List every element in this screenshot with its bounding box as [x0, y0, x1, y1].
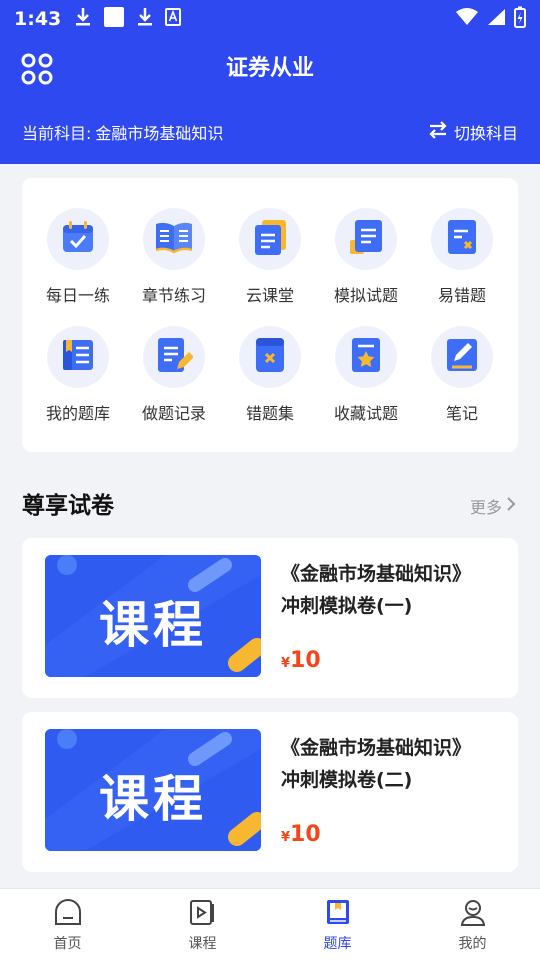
grid-label: 云课堂	[245, 286, 294, 305]
favorite-questions-icon	[349, 336, 383, 378]
battery-charging-icon	[514, 6, 526, 32]
price-value: 10	[290, 822, 321, 847]
current-subject-row: 当前科目: 金融市场基础知识 切换科目	[22, 118, 518, 146]
grid-item-chapter-practice[interactable]: 章节练习	[126, 208, 222, 318]
grid-label: 我的题库	[45, 404, 110, 423]
grid-label: 每日一练	[45, 286, 110, 305]
price-currency: ¥	[281, 656, 291, 671]
tab-home[interactable]: 首页	[0, 889, 135, 960]
tab-course[interactable]: 课程	[135, 889, 270, 960]
practice-record-icon	[155, 336, 194, 378]
swap-arrows-icon	[428, 121, 448, 143]
thumbnail-text: 课程	[99, 596, 207, 654]
status-bar: 1:43	[0, 0, 540, 38]
page-title: 证券从业	[225, 56, 314, 81]
subject-label: 当前科目:	[22, 124, 92, 143]
exam-price: ¥10	[281, 822, 321, 847]
price-currency: ¥	[281, 830, 291, 845]
tab-label: 题库	[323, 936, 352, 952]
grid-label: 章节练习	[141, 286, 206, 305]
grid-item-practice-record[interactable]: 做题记录	[126, 326, 222, 436]
grid-label: 做题记录	[141, 404, 206, 423]
grid-label: 收藏试题	[333, 404, 398, 423]
grid-item-error-prone[interactable]: 易错题	[414, 208, 510, 318]
tab-question-bank[interactable]: 题库	[270, 889, 405, 960]
cloud-class-icon	[252, 218, 288, 260]
grid-label: 模拟试题	[333, 286, 398, 305]
notes-icon	[444, 337, 480, 377]
switch-subject-button[interactable]: 切换科目	[428, 120, 518, 144]
exam-title-line1: 《金融市场基础知识》	[281, 563, 472, 585]
price-value: 10	[290, 648, 321, 673]
chevron-right-icon	[506, 496, 516, 516]
exam-title-line1: 《金融市场基础知识》	[281, 737, 472, 759]
tab-profile[interactable]: 我的	[405, 889, 540, 960]
exam-price: ¥10	[281, 648, 321, 673]
grid-item-cloud-class[interactable]: 云课堂	[222, 208, 318, 318]
tab-label: 首页	[53, 936, 82, 952]
download-icon	[75, 7, 91, 31]
wrong-questions-icon	[253, 336, 287, 378]
exam-title: 《金融市场基础知识》 冲刺模拟卷(一)	[281, 558, 501, 622]
grid-item-my-question-bank[interactable]: 我的题库	[30, 326, 126, 436]
subject-value: 金融市场基础知识	[95, 124, 224, 143]
exam-thumbnail: 课程	[45, 729, 261, 851]
grid-item-favorite-questions[interactable]: 收藏试题	[318, 326, 414, 436]
square-icon	[103, 6, 125, 32]
exam-thumbnail: 课程	[45, 555, 261, 677]
home-icon	[54, 898, 82, 930]
question-bank-icon	[60, 337, 96, 377]
download-icon	[137, 7, 153, 31]
exam-title-line2: 冲刺模拟卷(一)	[281, 595, 413, 617]
error-prone-icon	[445, 218, 479, 260]
grid-item-notes[interactable]: 笔记	[414, 326, 510, 436]
exam-title-line2: 冲刺模拟卷(二)	[281, 769, 413, 791]
grid-label: 笔记	[445, 404, 478, 423]
grid-item-daily-practice[interactable]: 每日一练	[30, 208, 126, 318]
question-bank-tab-icon	[324, 898, 352, 930]
grid-item-mock-exam[interactable]: 模拟试题	[318, 208, 414, 318]
function-grid: 每日一练 章节练习 云课堂 模拟试题 易错题 我的题库 做题记录 错题集 收藏试…	[22, 178, 518, 452]
grid-label: 易错题	[437, 286, 486, 305]
tab-label: 课程	[188, 936, 217, 952]
profile-icon	[459, 898, 487, 930]
wifi-icon	[456, 8, 478, 30]
exam-title: 《金融市场基础知识》 冲刺模拟卷(二)	[281, 732, 501, 796]
more-label: 更多	[469, 498, 502, 517]
bottom-tab-bar: 首页 课程 题库 我的	[0, 888, 540, 960]
signal-icon	[486, 8, 506, 30]
thumbnail-text: 课程	[99, 770, 207, 828]
app-header: 证券从业 当前科目: 金融市场基础知识 切换科目	[0, 38, 540, 164]
status-time: 1:43	[14, 8, 62, 30]
exam-card[interactable]: 课程 《金融市场基础知识》 冲刺模拟卷(二) ¥10	[22, 712, 518, 872]
grid-item-wrong-questions[interactable]: 错题集	[222, 326, 318, 436]
mock-exam-icon	[348, 218, 384, 260]
more-link[interactable]: 更多	[470, 494, 516, 518]
open-book-icon	[154, 220, 194, 258]
tab-label: 我的	[458, 936, 487, 952]
calendar-check-icon	[60, 219, 96, 259]
section-title: 尊享试卷	[22, 493, 114, 519]
grid-label: 错题集	[245, 404, 294, 423]
switch-subject-label: 切换科目	[453, 124, 518, 143]
course-play-icon	[189, 898, 217, 930]
exam-card[interactable]: 课程 《金融市场基础知识》 冲刺模拟卷(一) ¥10	[22, 538, 518, 698]
font-icon	[165, 8, 182, 30]
